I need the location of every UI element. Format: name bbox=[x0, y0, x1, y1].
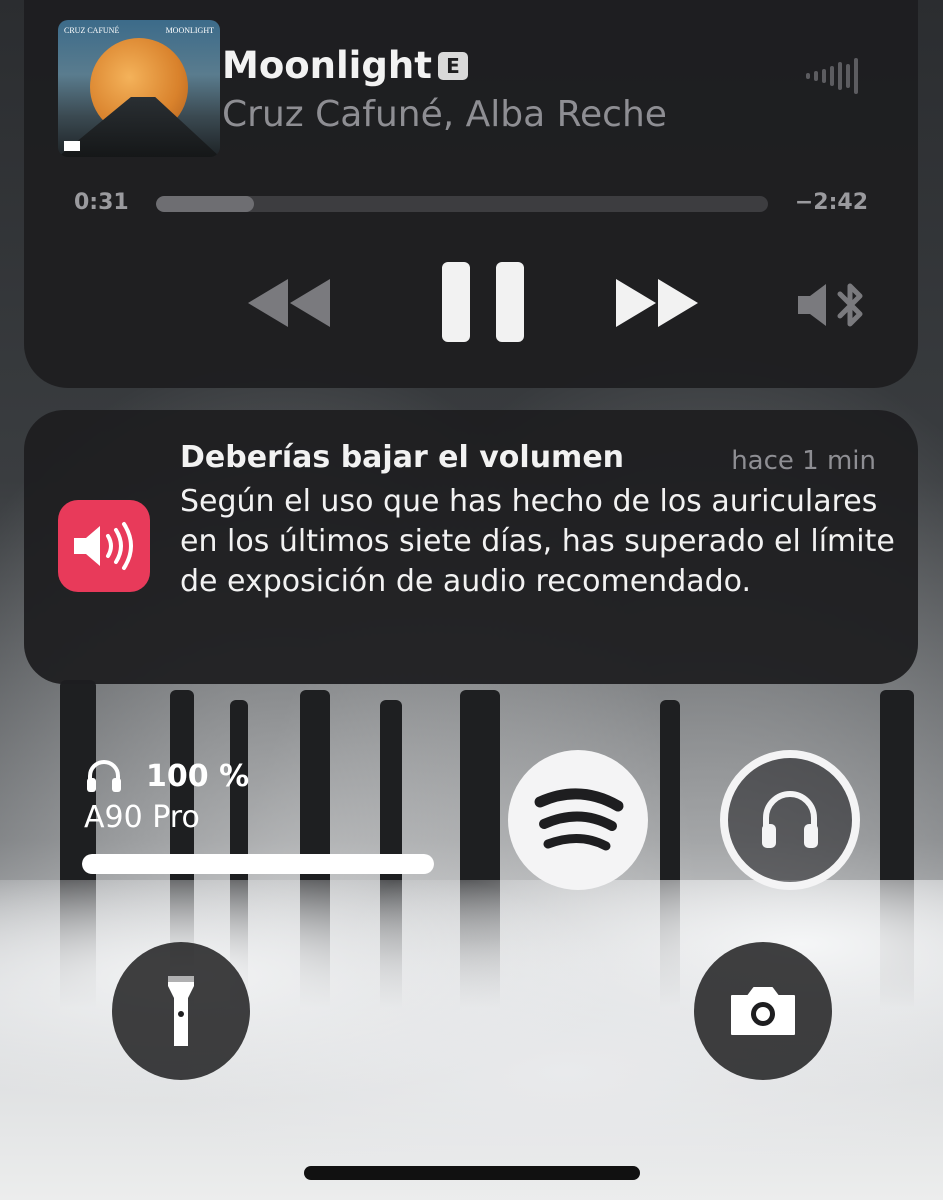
device-battery-bar bbox=[82, 854, 434, 874]
parental-advisory-label bbox=[64, 141, 80, 151]
device-name: A90 Pro bbox=[84, 800, 200, 835]
camera-button[interactable] bbox=[694, 942, 832, 1080]
headphones-icon bbox=[87, 760, 121, 792]
explicit-badge: E bbox=[438, 52, 468, 80]
speaker-volume-icon bbox=[74, 522, 133, 570]
device-battery-percent: 100 % bbox=[146, 758, 250, 794]
artwork-title-text: MOONLIGHT bbox=[165, 26, 214, 35]
audio-waveform-icon bbox=[806, 58, 858, 94]
song-artist: Cruz Cafuné, Alba Reche bbox=[222, 94, 667, 135]
notification-title: Deberías bajar el volumen bbox=[180, 440, 625, 475]
home-indicator[interactable] bbox=[304, 1166, 640, 1180]
notification-body: Según el uso que has hecho de los auricu… bbox=[180, 484, 895, 599]
spotify-icon bbox=[534, 788, 624, 851]
album-artwork[interactable]: CRUZ CAFUNÉ MOONLIGHT bbox=[58, 20, 220, 157]
bluetooth-audio-route-icon[interactable] bbox=[796, 280, 868, 330]
volume-notification[interactable]: Deberías bajar el volumen hace 1 min Seg… bbox=[24, 410, 918, 684]
device-battery-fill bbox=[82, 854, 434, 874]
elapsed-time: 0:31 bbox=[74, 190, 129, 215]
flashlight-icon bbox=[168, 976, 194, 1046]
headphones-widget-button[interactable] bbox=[720, 750, 860, 890]
pause-icon[interactable] bbox=[440, 262, 530, 344]
fast-forward-icon[interactable] bbox=[612, 275, 702, 331]
artwork-artist-text: CRUZ CAFUNÉ bbox=[64, 26, 120, 35]
remaining-time: −2:42 bbox=[794, 190, 868, 215]
artwork-landscape bbox=[58, 97, 220, 157]
flashlight-button[interactable] bbox=[112, 942, 250, 1080]
now-playing-card[interactable]: CRUZ CAFUNÉ MOONLIGHT Moonlight E Cruz C… bbox=[24, 0, 918, 388]
camera-icon bbox=[731, 987, 795, 1035]
spotify-widget-button[interactable] bbox=[508, 750, 648, 890]
playback-progress-fill bbox=[156, 196, 254, 212]
song-title: Moonlight bbox=[222, 44, 432, 87]
playback-scrubber[interactable] bbox=[156, 196, 768, 212]
headphones-icon bbox=[762, 791, 818, 848]
notification-time: hace 1 min bbox=[731, 446, 876, 476]
notification-app-icon bbox=[58, 500, 150, 592]
device-battery-row: 100 % bbox=[84, 758, 249, 794]
rewind-icon[interactable] bbox=[244, 275, 334, 331]
